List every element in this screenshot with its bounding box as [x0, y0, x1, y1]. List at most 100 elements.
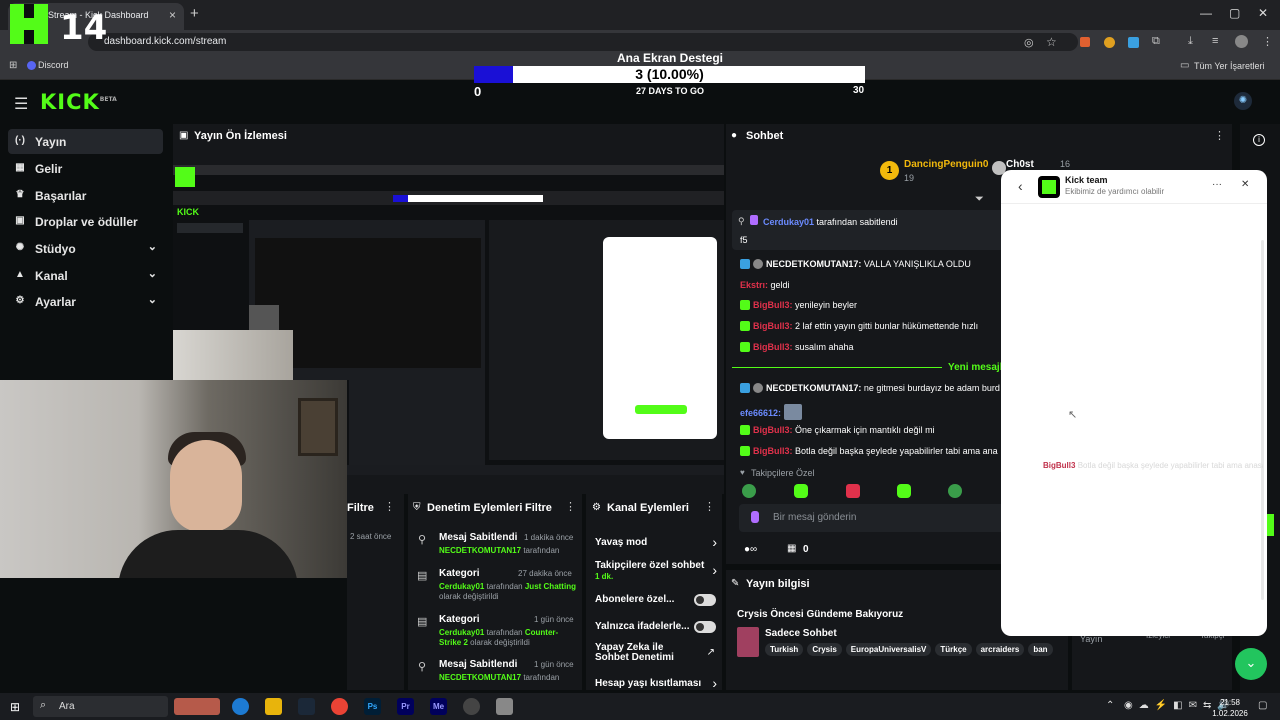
sidebar-item-ayarlar[interactable]: ⚙ Ayarlar ⌄	[8, 289, 163, 314]
tab-close-icon[interactable]: ×	[169, 8, 176, 22]
pinned-message[interactable]	[732, 210, 1012, 250]
notification-icon[interactable]: ▢	[1258, 700, 1267, 711]
emotes-only-toggle[interactable]	[694, 621, 716, 633]
tag[interactable]: arcraiders	[975, 643, 1025, 656]
hamburger-menu-icon[interactable]: ☰	[14, 94, 28, 114]
window-close-button[interactable]: ✕	[1258, 6, 1268, 20]
new-tab-button[interactable]: +	[190, 5, 199, 22]
steam-icon[interactable]	[298, 698, 315, 715]
chat-username[interactable]: NECDETKOMUTAN17:	[766, 383, 861, 393]
widget-icon[interactable]	[174, 698, 220, 715]
chat-username[interactable]: BigBull3:	[753, 321, 793, 331]
chat-username[interactable]: BigBull3:	[753, 300, 793, 310]
kebab-menu-icon[interactable]: ⋮	[384, 500, 395, 513]
popup-scrollbar[interactable]	[1261, 240, 1264, 600]
chevron-down-icon[interactable]: ⌄	[1235, 648, 1267, 680]
file-explorer-icon[interactable]	[265, 698, 282, 715]
mod-user[interactable]: NECDETKOMUTAN17	[439, 673, 521, 682]
mod-actions-filter[interactable]: Filtre	[525, 502, 552, 514]
tag[interactable]: Turkish	[765, 643, 804, 656]
menu-icon[interactable]: ⋮	[1262, 35, 1273, 48]
kick-wordmark[interactable]: KICKBETA	[40, 90, 117, 114]
media-encoder-icon[interactable]: Me	[430, 698, 447, 715]
bookmark-discord[interactable]: Discord	[38, 60, 69, 70]
pinned-by-user[interactable]: Cerdukay01	[763, 217, 814, 227]
puzzle-icon[interactable]: ⧉	[1152, 35, 1160, 48]
chat-username[interactable]: BigBull3:	[753, 342, 793, 352]
channel-action-followers-only[interactable]: Takipçilere özel sohbet 1 dk. ›	[595, 560, 717, 584]
chat-username[interactable]: BigBull3:	[753, 425, 793, 435]
chat-input[interactable]: Bir mesaj gönderin	[739, 504, 1009, 532]
tag[interactable]: Türkçe	[935, 643, 972, 656]
channel-action-ai-moderation[interactable]: Yapay Zeka ile Sohbet Denetimi ↗	[595, 643, 717, 665]
obs-icon[interactable]	[463, 698, 480, 715]
filter-icon[interactable]: ⏷	[975, 193, 984, 206]
app-icon[interactable]	[496, 698, 513, 715]
tag[interactable]: ban	[1028, 643, 1053, 656]
mod-user[interactable]: Cerdukay01	[439, 628, 484, 637]
star-icon[interactable]: ☆	[1046, 35, 1057, 49]
channel-action-slow-mode[interactable]: Yavaş mod ›	[595, 534, 717, 550]
extension-icon[interactable]	[1128, 37, 1139, 48]
extension-icon[interactable]	[1080, 37, 1090, 47]
tag[interactable]: EuropaUniversalisV	[845, 643, 932, 656]
top-gifter-1[interactable]: DancingPenguin0	[904, 159, 988, 170]
eye-off-icon[interactable]: ◎	[1024, 36, 1034, 49]
download-icon[interactable]: ⤓	[1188, 35, 1193, 48]
taskbar-search[interactable]: ⌕ Ara	[33, 696, 168, 717]
emote-icon[interactable]	[794, 484, 808, 498]
sidebar-item-droplar[interactable]: ▣ Droplar ve ödüller	[8, 209, 163, 234]
clock-time[interactable]: 21:58	[1200, 698, 1260, 707]
extension-icon[interactable]	[1104, 37, 1115, 48]
sidebar-item-kanal[interactable]: ▲ Kanal ⌄	[8, 263, 163, 288]
kebab-menu-icon[interactable]: ⋮	[1214, 129, 1225, 142]
popup-close-icon[interactable]: ✕	[1241, 179, 1249, 190]
chat-username[interactable]: BigBull3:	[753, 446, 793, 456]
bookmark-all[interactable]: Tüm Yer İşaretleri	[1194, 61, 1265, 71]
chat-username[interactable]: efe66612:	[740, 408, 781, 418]
subscribers-only-toggle[interactable]	[694, 594, 716, 606]
premiere-icon[interactable]: Pr	[397, 698, 414, 715]
chat-username[interactable]: NECDETKOMUTAN17:	[766, 259, 861, 269]
sidebar-item-studyo[interactable]: ✺ Stüdyo ⌄	[8, 236, 163, 261]
sidebar-item-basarilar[interactable]: ♛ Başarılar	[8, 183, 163, 208]
sidebar-item-yayin[interactable]: (·) Yayın	[8, 129, 163, 154]
channel-action-account-age[interactable]: Hesap yaşı kısıtlaması ›	[595, 675, 717, 691]
emote-icon[interactable]	[897, 484, 911, 498]
top-gifter-2[interactable]: Ch0st	[1006, 159, 1034, 170]
stream-title[interactable]: Crysis Öncesi Gündeme Bakıyoruz	[737, 609, 903, 620]
emote-icon[interactable]	[948, 484, 962, 498]
info-icon[interactable]: i	[1253, 134, 1265, 146]
address-bar[interactable]: dashboard.kick.com/stream	[88, 33, 1078, 51]
media-icon[interactable]: ≡	[1212, 35, 1218, 47]
chat-username[interactable]: Ekstrı:	[740, 280, 768, 290]
emote-icon[interactable]	[742, 484, 756, 498]
channel-action-emotes-only[interactable]: Yalnızca ifadelerle...	[595, 620, 717, 634]
chrome-icon[interactable]	[331, 698, 348, 715]
category-name[interactable]: Sadece Sohbet	[765, 628, 837, 639]
clock-date[interactable]: 1.02.2026	[1200, 709, 1260, 718]
apps-icon[interactable]: ⊞	[9, 60, 17, 71]
more-options-icon[interactable]: ···	[1212, 179, 1222, 190]
edge-icon[interactable]	[232, 698, 249, 715]
store-icon[interactable]: ▦	[787, 543, 796, 554]
tray-chevron-icon[interactable]: ⌃	[1106, 700, 1114, 711]
kebab-menu-icon[interactable]: ⋮	[565, 500, 576, 513]
maximize-button[interactable]: ▢	[1229, 6, 1240, 20]
back-icon[interactable]: ‹	[1018, 178, 1023, 194]
emote-icon[interactable]	[846, 484, 860, 498]
sidebar-item-gelir[interactable]: ▦ Gelir	[8, 156, 163, 181]
new-messages-label[interactable]: Yeni mesajl	[948, 362, 1002, 373]
minimize-button[interactable]: —	[1200, 6, 1212, 20]
profile-avatar[interactable]	[1235, 35, 1248, 48]
kebab-menu-icon[interactable]: ⋮	[704, 500, 715, 513]
photoshop-icon[interactable]: Ps	[364, 698, 381, 715]
mod-user[interactable]: Cerdukay01	[439, 582, 484, 591]
mod-user[interactable]: NECDETKOMUTAN17	[439, 546, 521, 555]
user-avatar[interactable]: ✺	[1234, 92, 1252, 110]
channel-action-subscribers-only[interactable]: Abonelere özel...	[595, 593, 717, 607]
windows-start-icon[interactable]: ⊞	[10, 700, 20, 714]
people-icon[interactable]: ●∞	[744, 544, 757, 555]
tag[interactable]: Crysis	[807, 643, 842, 656]
mod-log-filter[interactable]: Filtre	[347, 502, 374, 514]
